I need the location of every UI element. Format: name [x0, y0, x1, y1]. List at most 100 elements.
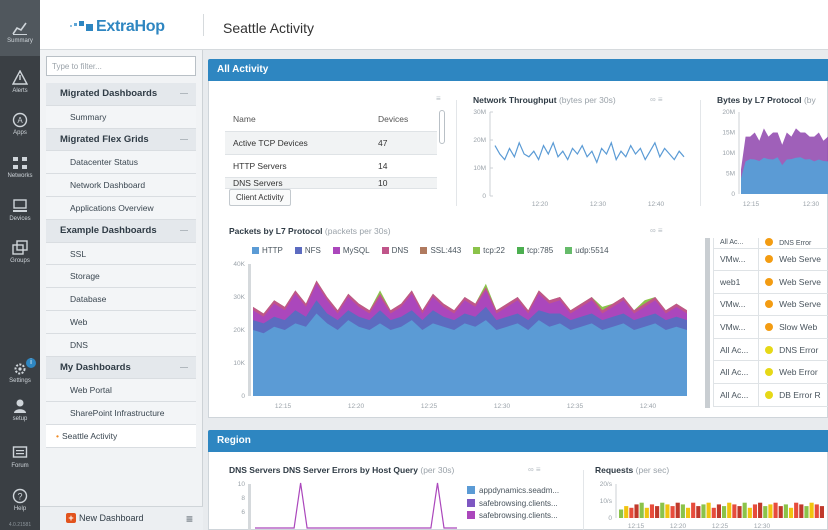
legend-item[interactable]: DNS: [381, 246, 408, 255]
nav-item-summary[interactable]: Summary: [46, 105, 196, 129]
requests-bar: [814, 504, 819, 518]
requests-bar: [747, 507, 752, 518]
rail-setup[interactable]: setup: [0, 398, 40, 422]
nav-item-datacenter-status[interactable]: Datacenter Status: [46, 151, 196, 175]
alert-type-label: DNS Error: [779, 240, 812, 248]
alert-icon: [12, 70, 28, 85]
nav-group-example-dashboards[interactable]: Example Dashboards —: [46, 219, 196, 243]
nav-item-network-dashboard[interactable]: Network Dashboard: [46, 174, 196, 197]
nav-item-ssl[interactable]: SSL: [46, 242, 196, 266]
legend-item[interactable]: udp:5514: [565, 246, 609, 255]
svg-text:A: A: [17, 116, 23, 125]
legend-swatch: [252, 247, 259, 254]
list-scroll-track[interactable]: [705, 238, 710, 408]
nav-group-migrated-flex-grids[interactable]: Migrated Flex Grids —: [46, 128, 196, 152]
legend-item[interactable]: MySQL: [332, 246, 370, 255]
alert-severity-icon: [765, 368, 774, 377]
legend-item[interactable]: appdynamics.seadm...: [467, 486, 559, 499]
rail-forum[interactable]: Forum: [0, 445, 40, 469]
requests-chart: 20/s 10/s 0 12:15 12:20 12:25 12:30: [600, 481, 824, 530]
alert-row[interactable]: All Ac... DB Error R: [712, 383, 828, 407]
nav-item-dns[interactable]: DNS: [46, 333, 196, 357]
table-row[interactable]: HTTP Servers 14: [225, 154, 437, 178]
brand-logo[interactable]: ExtraHop: [40, 0, 203, 50]
requests-bar: [701, 504, 706, 518]
legend-item[interactable]: tcp:785: [516, 246, 553, 255]
client-activity-button[interactable]: Client Activity: [229, 189, 291, 206]
new-dashboard-button[interactable]: + New Dashboard: [66, 513, 144, 523]
nav-item-sharepoint-infrastructure[interactable]: SharePoint Infrastructure: [46, 402, 196, 425]
sidebar: ExtraHop Migrated Dashboards — Summary Mi…: [40, 0, 203, 530]
legend-label: SSL:443: [430, 246, 462, 255]
rail-apps[interactable]: A Apps: [0, 112, 40, 136]
table-scrollbar[interactable]: [439, 110, 445, 144]
nav-item-database[interactable]: Database: [46, 288, 196, 311]
nav-group-label: Example Dashboards: [60, 224, 157, 236]
rail-label: Help: [13, 506, 27, 512]
requests-bar: [819, 506, 824, 518]
menu-icon[interactable]: ≡: [186, 512, 193, 526]
nav-item-storage[interactable]: Storage: [46, 265, 196, 289]
chart-icon: [12, 22, 27, 35]
widget-subtitle: (by: [803, 95, 816, 105]
legend-item[interactable]: safebrowsing.clients...: [467, 498, 559, 512]
rail-alerts[interactable]: Alerts: [0, 70, 40, 94]
rail-help[interactable]: ? Help: [0, 488, 40, 512]
legend-label: safebrowsing.clients...: [479, 498, 558, 508]
alert-row[interactable]: All Ac... Web Error: [712, 360, 828, 385]
alert-type-label: DNS Error: [779, 344, 819, 355]
nav-group-my-dashboards[interactable]: My Dashboards —: [46, 356, 196, 380]
rail-groups[interactable]: Groups: [0, 240, 40, 264]
rail-settings[interactable]: i Settings: [0, 358, 40, 384]
table-cell: DNS Servers: [225, 177, 371, 189]
legend-swatch: [473, 247, 481, 254]
legend-label: HTTP: [262, 246, 283, 255]
section-all-activity-header[interactable]: All Activity: [208, 59, 828, 81]
table-row[interactable]: Active TCP Devices 47: [225, 131, 437, 155]
x-tick-label: 12:30: [754, 523, 771, 530]
bytes-series-area: [741, 157, 828, 194]
widget-menu-icon[interactable]: ≡: [436, 94, 441, 103]
column-header[interactable]: Devices: [370, 108, 437, 132]
section-region-header[interactable]: Region: [208, 430, 828, 452]
legend-item[interactable]: safebrowsing.clients...: [467, 511, 559, 524]
alert-row[interactable]: All Ac... DNS Error: [712, 338, 828, 362]
alert-row[interactable]: web1 Web Serve: [712, 270, 828, 294]
nav-item-seattle-activity[interactable]: • Seattle Activity: [46, 424, 196, 448]
requests-bar: [629, 507, 634, 518]
requests-bar: [732, 504, 737, 518]
rail-networks[interactable]: Networks: [0, 155, 40, 179]
drilldown-icon[interactable]: ∞ ≡: [650, 226, 663, 235]
column-header[interactable]: Name: [225, 108, 371, 132]
alert-row[interactable]: VMw... Web Serve: [712, 248, 828, 272]
legend-item[interactable]: NFS: [294, 246, 321, 255]
table-cell: 14: [370, 154, 437, 178]
rail-devices[interactable]: Devices: [0, 198, 40, 222]
dns-errors-chart: 10 8 6: [238, 481, 457, 530]
nav-item-applications-overview[interactable]: Applications Overview: [46, 196, 196, 220]
alert-row[interactable]: All Ac... DNS Error: [712, 238, 828, 249]
packets-l7-chart: 40K 30K 20K 10K 0 12:15 12:20 12:25 12:30 12:35 12…: [233, 261, 687, 410]
network-icon: [13, 157, 27, 169]
filter-input[interactable]: [46, 56, 196, 76]
nav-item-web-portal[interactable]: Web Portal: [46, 379, 196, 403]
alert-row[interactable]: VMw... Web Serve: [712, 293, 828, 317]
nav-group-migrated-dashboards[interactable]: Migrated Dashboards —: [46, 83, 196, 106]
y-tick-label: 0: [241, 393, 245, 400]
legend-item[interactable]: HTTP: [252, 246, 283, 255]
alert-row[interactable]: VMw... Slow Web: [712, 315, 828, 339]
packets-l7-title: Packets by L7 Protocol (packets per 30s): [229, 226, 391, 236]
drilldown-icon[interactable]: ∞ ≡: [528, 465, 541, 474]
table-row[interactable]: DNS Servers 10: [225, 177, 437, 189]
alert-source: All Ac...: [712, 383, 759, 407]
drilldown-icon[interactable]: ∞ ≡: [650, 95, 663, 104]
requests-bar: [655, 506, 660, 518]
brand-name: ExtraHop: [96, 18, 165, 35]
legend-swatch: [332, 247, 340, 254]
nav-item-web[interactable]: Web: [46, 310, 196, 334]
x-tick-label: 12:25: [712, 523, 729, 530]
legend-item[interactable]: tcp:22: [473, 246, 505, 255]
legend-item[interactable]: SSL:443: [420, 246, 461, 255]
widget-subtitle: (packets per 30s): [324, 226, 391, 236]
rail-summary[interactable]: Summary: [0, 0, 40, 56]
